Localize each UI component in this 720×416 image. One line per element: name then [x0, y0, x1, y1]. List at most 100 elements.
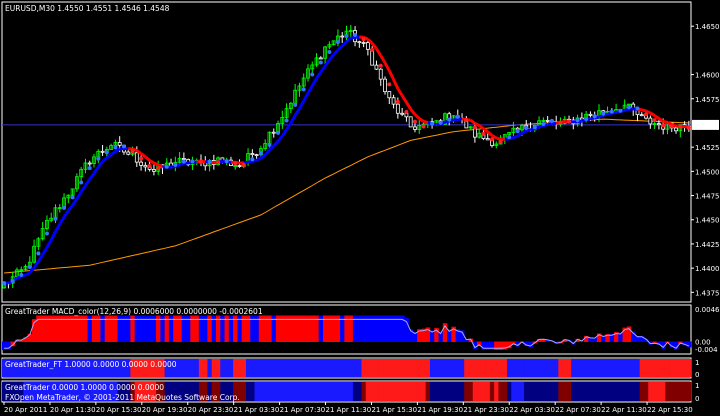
gt-block: [489, 382, 495, 401]
gt-block: [639, 382, 645, 401]
trend-dot: [44, 231, 49, 236]
x-tick-label: 21 Apr 19:30: [417, 406, 463, 414]
ft-block: [575, 359, 581, 377]
trend-dot: [412, 119, 417, 124]
trend-dot: [301, 87, 306, 92]
gt-block: [245, 382, 251, 401]
trend-band-segment: [413, 113, 421, 120]
trend-band-segment: [469, 118, 476, 125]
gt-block: [673, 382, 679, 401]
gt-block: [575, 382, 581, 401]
price-chart[interactable]: 1.4650 1.4600 1.4575 1.4525 1.4500 1.4475 1.44…: [0, 0, 720, 416]
gt-block: [579, 382, 585, 401]
ft-block: [284, 359, 290, 377]
ft-block: [571, 359, 576, 377]
ft-block: [661, 359, 666, 377]
trend-band-segment: [315, 71, 323, 80]
trend-dot: [455, 114, 460, 119]
candle-body: [400, 112, 405, 115]
ft-block: [562, 359, 568, 377]
ft-block: [472, 359, 478, 377]
ft-block: [374, 359, 379, 377]
ft-block: [528, 359, 533, 377]
gt-block: [335, 382, 341, 401]
ft-block: [451, 359, 456, 377]
ft-block: [635, 359, 640, 377]
gt-block: [562, 382, 568, 401]
candle-body: [674, 127, 678, 132]
trend-band-segment: [641, 108, 647, 113]
trend-dot: [361, 37, 366, 42]
ft-block: [207, 359, 212, 377]
trend-dot: [524, 126, 529, 131]
gt-block: [387, 382, 392, 401]
y-tick-label: 1.4525: [695, 144, 720, 152]
trend-band-segment: [396, 87, 404, 97]
ft-block: [245, 359, 251, 377]
ft-block: [412, 359, 418, 377]
slow-ma-line: [4, 118, 689, 274]
ft-block: [554, 359, 559, 377]
trend-band-segment: [302, 92, 310, 102]
trend-dot: [318, 60, 323, 65]
gt-block: [682, 382, 688, 401]
trend-dot: [635, 106, 640, 111]
ft-block: [511, 359, 516, 377]
trend-band-segment: [379, 54, 387, 64]
trend-band-segment: [289, 114, 297, 124]
x-tick-label: 20 Apr 19:30: [142, 406, 188, 414]
trend-dot: [27, 265, 32, 270]
trend-dot: [10, 278, 15, 283]
candle-body: [365, 42, 370, 50]
x-tick-label: 21 Apr 23:30: [463, 406, 509, 414]
gt-block: [631, 382, 636, 401]
y-tick-label: 1.4500: [695, 168, 720, 176]
trend-band-segment: [281, 128, 288, 137]
ft-block: [399, 359, 405, 377]
gt-y-label: 0: [695, 395, 699, 403]
y-tick-label: 1.4650: [695, 23, 720, 31]
gt-block: [648, 382, 653, 401]
gt-block: [361, 382, 367, 401]
ft-block: [434, 359, 439, 377]
trend-dot: [490, 137, 495, 142]
trend-band-segment: [418, 117, 425, 123]
trend-dot: [430, 121, 435, 126]
gt-block: [271, 382, 277, 401]
ft-block: [224, 359, 230, 377]
x-tick-label: 21 Apr 07:30: [280, 406, 326, 414]
candle-body: [134, 152, 139, 163]
trend-band-segment: [547, 122, 553, 126]
current-price-label: 1.4548: [694, 122, 719, 130]
trend-band-segment: [323, 59, 331, 67]
trend-band-segment: [272, 140, 280, 147]
x-tick-label: 22 Apr 15:30: [647, 406, 693, 414]
gt-block: [541, 382, 546, 401]
gt-block: [665, 382, 670, 401]
ft-block: [592, 359, 598, 377]
trend-band-segment: [75, 191, 83, 200]
ft-block: [438, 359, 444, 377]
trend-band-segment: [79, 184, 87, 193]
trend-dot: [216, 160, 221, 165]
ft-block: [639, 359, 645, 377]
x-tick-label: 22 Apr 03:30: [509, 406, 555, 414]
macd-bar: [686, 341, 692, 348]
ft-block: [678, 359, 683, 377]
trend-dot: [130, 149, 135, 154]
gt-block: [609, 382, 615, 401]
ft-block: [352, 359, 358, 377]
candle-body: [545, 119, 550, 122]
ft-block: [391, 359, 397, 377]
trend-band-segment: [590, 116, 595, 121]
ft-block: [335, 359, 341, 377]
ft-block: [652, 359, 658, 377]
trend-band-segment: [293, 107, 301, 117]
gt-block: [404, 382, 409, 401]
ft-block: [344, 359, 349, 377]
trend-dot: [464, 118, 469, 123]
trend-band-segment: [319, 65, 327, 73]
candle-body: [139, 161, 143, 166]
trend-band-segment: [62, 209, 70, 218]
trend-band-segment: [24, 271, 31, 277]
